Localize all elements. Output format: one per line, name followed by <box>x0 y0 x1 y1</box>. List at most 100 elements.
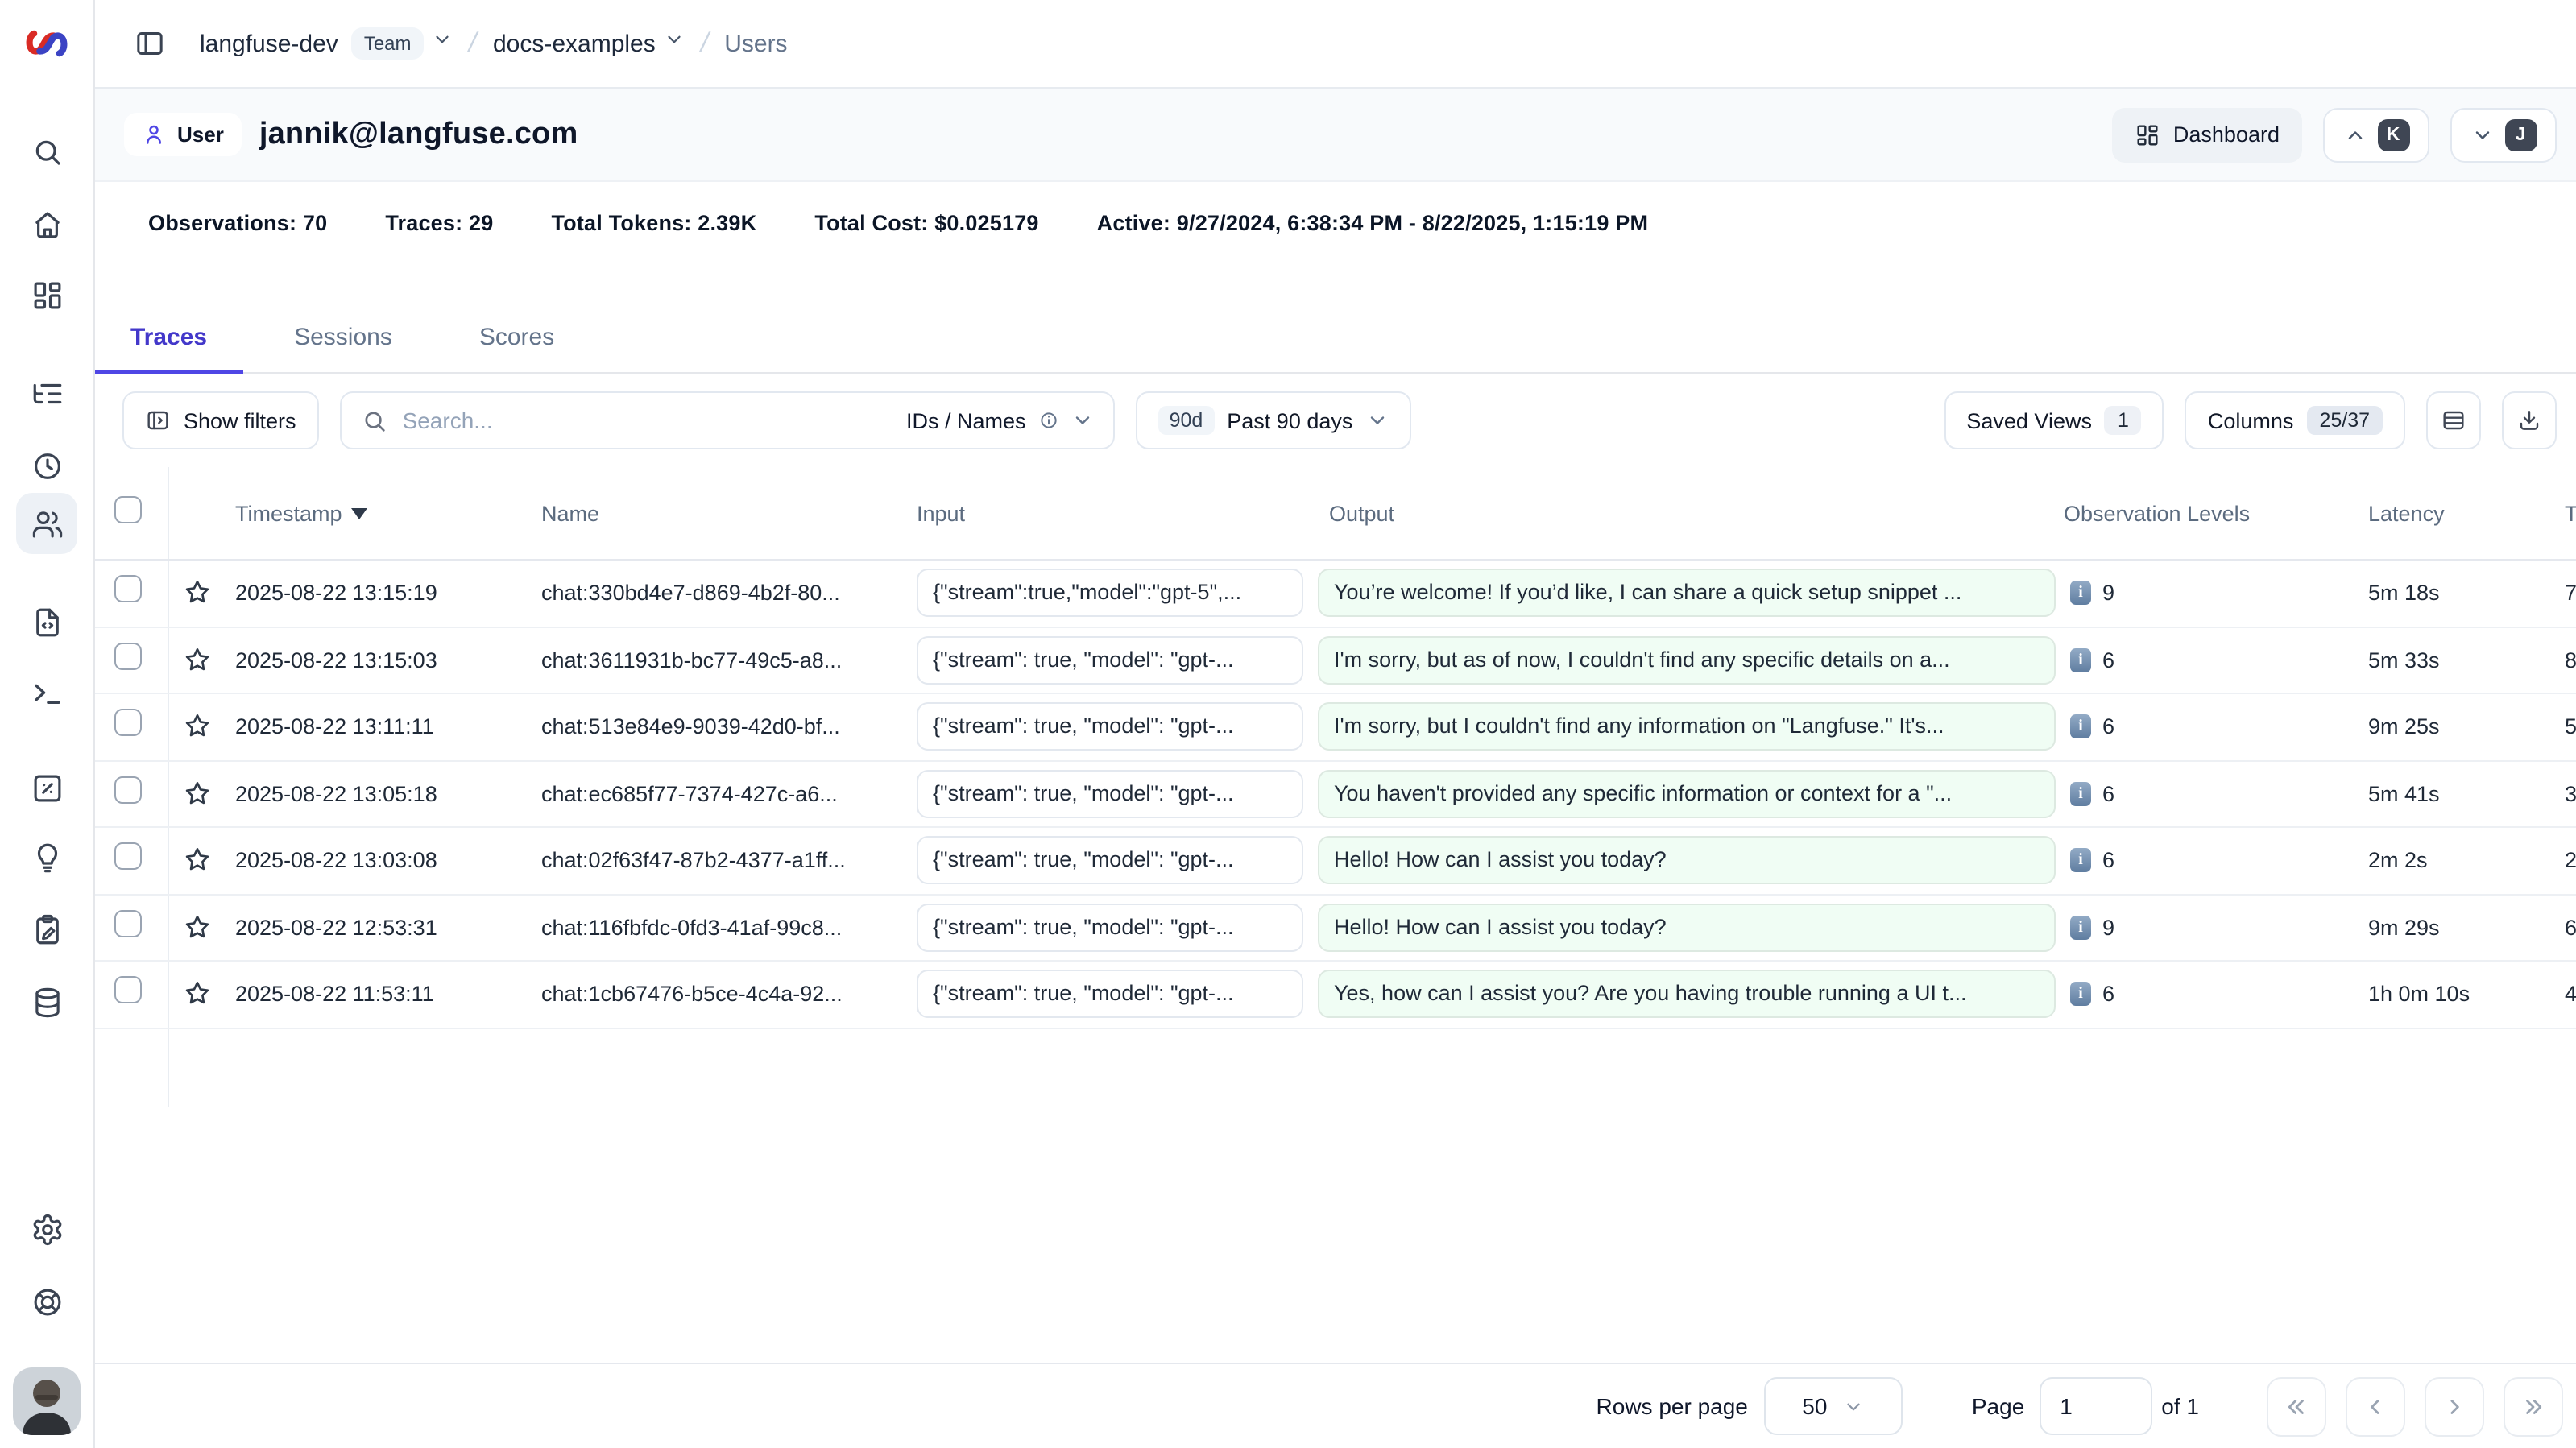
trace-clipped-value: 8 <box>2565 648 2576 672</box>
trace-output-cell[interactable]: Hello! How can I assist you today? <box>1318 837 2056 885</box>
trace-output-cell[interactable]: You haven't provided any specific inform… <box>1318 770 2056 818</box>
trace-name[interactable]: chat:116fbfdc-0fd3-41af-99c8... <box>541 916 842 940</box>
project-switcher[interactable] <box>664 29 685 58</box>
tab-sessions[interactable]: Sessions <box>259 303 428 374</box>
show-filters-button[interactable]: Show filters <box>122 391 319 449</box>
bookmark-star-icon[interactable] <box>182 712 213 743</box>
sidebar-item-datasets[interactable] <box>16 971 77 1032</box>
search-scope-select[interactable]: IDs / Names <box>906 408 1094 432</box>
previous-page-button[interactable] <box>2346 1376 2405 1436</box>
table-row[interactable]: 2025-08-22 13:03:08 chat:02f63f47-87b2-4… <box>95 828 2576 895</box>
trace-output-cell[interactable]: I'm sorry, but I couldn't find any infor… <box>1318 703 2056 751</box>
sidebar-toggle-button[interactable] <box>122 16 177 71</box>
date-range-button[interactable]: 90d Past 90 days <box>1136 391 1411 449</box>
row-checkbox[interactable] <box>114 643 142 678</box>
search-input[interactable] <box>403 408 892 433</box>
trace-name[interactable]: chat:02f63f47-87b2-4377-a1ff... <box>541 849 846 873</box>
row-checkbox[interactable] <box>114 977 142 1012</box>
trace-output-cell[interactable]: Hello! How can I assist you today? <box>1318 904 2056 952</box>
table-row[interactable]: 2025-08-22 11:53:11 chat:1cb67476-b5ce-4… <box>95 962 2576 1028</box>
sidebar-item-suggestions[interactable] <box>16 826 77 887</box>
trace-name[interactable]: chat:513e84e9-9039-42d0-bf... <box>541 715 840 739</box>
bookmark-star-icon[interactable] <box>182 578 213 609</box>
user-avatar[interactable] <box>13 1367 81 1435</box>
page-number-input[interactable] <box>2039 1377 2151 1435</box>
sidebar-item-users[interactable] <box>16 493 77 554</box>
next-page-button[interactable] <box>2425 1376 2484 1436</box>
breadcrumb-project[interactable]: docs-examples <box>493 30 656 57</box>
datasets-database-icon <box>30 985 64 1019</box>
chevron-right-icon <box>2442 1394 2466 1418</box>
sidebar-item-prompts[interactable] <box>16 591 77 652</box>
columns-button[interactable]: Columns 25/37 <box>2185 391 2405 449</box>
select-all-checkbox[interactable] <box>114 495 142 531</box>
previous-user-button[interactable]: K <box>2323 107 2429 162</box>
sidebar-item-settings[interactable] <box>16 1198 77 1260</box>
bookmark-star-icon[interactable] <box>182 645 213 676</box>
table-row[interactable]: 2025-08-22 12:53:31 chat:116fbfdc-0fd3-4… <box>95 895 2576 962</box>
trace-name[interactable]: chat:3611931b-bc77-49c5-a8... <box>541 648 842 672</box>
info-level-icon: i <box>2070 916 2091 940</box>
trace-input-cell[interactable]: {"stream": true, "model": "gpt-... <box>917 970 1303 1019</box>
trace-input-cell[interactable]: {"stream": true, "model": "gpt-... <box>917 770 1303 818</box>
tab-scores[interactable]: Scores <box>444 303 590 374</box>
trace-input-cell[interactable]: {"stream": true, "model": "gpt-... <box>917 837 1303 885</box>
sidebar-item-sessions[interactable] <box>16 435 77 496</box>
trace-output-cell[interactable]: I'm sorry, but as of now, I couldn't fin… <box>1318 636 2056 685</box>
info-level-icon: i <box>2070 648 2091 672</box>
table-row[interactable]: 2025-08-22 13:15:19 chat:330bd4e7-d869-4… <box>95 561 2576 627</box>
sidebar-item-tracing[interactable] <box>16 362 77 424</box>
row-height-button[interactable] <box>2426 391 2481 449</box>
table-row[interactable]: 2025-08-22 13:11:11 chat:513e84e9-9039-4… <box>95 694 2576 761</box>
pagination-bar: Rows per page 50 Page of 1 <box>95 1363 2576 1448</box>
row-checkbox[interactable] <box>114 776 142 812</box>
rows-per-page-select[interactable]: 50 <box>1764 1377 1903 1435</box>
sidebar-item-evaluation[interactable] <box>16 757 77 818</box>
trace-name[interactable]: chat:ec685f77-7374-427c-a6... <box>541 782 838 806</box>
observation-count: 9 <box>2102 916 2114 940</box>
sidebar-item-annotation[interactable] <box>16 899 77 960</box>
row-checkbox[interactable] <box>114 843 142 879</box>
sidebar-item-playground[interactable] <box>16 662 77 723</box>
dashboard-button[interactable]: Dashboard <box>2112 107 2302 162</box>
row-checkbox[interactable] <box>114 576 142 611</box>
row-checkbox[interactable] <box>114 710 142 745</box>
next-user-button[interactable]: J <box>2450 107 2557 162</box>
table-row[interactable]: 2025-08-22 13:05:18 chat:ec685f77-7374-4… <box>95 761 2576 828</box>
dashboard-button-label: Dashboard <box>2173 122 2280 147</box>
org-switcher[interactable] <box>433 29 453 58</box>
export-button[interactable] <box>2502 391 2557 449</box>
tab-traces[interactable]: Traces <box>95 303 242 374</box>
sidebar-item-home[interactable] <box>16 193 77 254</box>
last-page-button[interactable] <box>2504 1376 2563 1436</box>
column-header-timestamp[interactable]: Timestamp <box>235 501 368 525</box>
saved-views-button[interactable]: Saved Views 1 <box>1944 391 2164 449</box>
trace-timestamp: 2025-08-22 13:03:08 <box>235 849 437 873</box>
trace-output-cell[interactable]: Yes, how can I assist you? Are you havin… <box>1318 970 2056 1019</box>
sidebar-item-dashboards[interactable] <box>16 264 77 325</box>
breadcrumb-org[interactable]: langfuse-dev <box>200 30 338 57</box>
first-page-button[interactable] <box>2267 1376 2326 1436</box>
columns-count-badge: 25/37 <box>2306 406 2383 435</box>
playground-terminal-icon <box>30 676 64 710</box>
bookmark-star-icon[interactable] <box>182 979 213 1010</box>
trace-input-cell[interactable]: {"stream":true,"model":"gpt-5",... <box>917 569 1303 618</box>
trace-output-cell[interactable]: You’re welcome! If you’d like, I can sha… <box>1318 569 2056 618</box>
sidebar-item-support[interactable] <box>16 1271 77 1332</box>
trace-name[interactable]: chat:330bd4e7-d869-4b2f-80... <box>541 581 840 606</box>
page-label: Page <box>1972 1393 2024 1419</box>
bookmark-star-icon[interactable] <box>182 912 213 943</box>
table-row[interactable]: 2025-08-22 13:15:03 chat:3611931b-bc77-4… <box>95 627 2576 694</box>
trace-input-cell[interactable]: {"stream": true, "model": "gpt-... <box>917 703 1303 751</box>
bookmark-star-icon[interactable] <box>182 846 213 876</box>
trace-input-cell[interactable]: {"stream": true, "model": "gpt-... <box>917 636 1303 685</box>
trace-latency: 5m 33s <box>2368 648 2440 672</box>
row-checkbox[interactable] <box>114 910 142 945</box>
trace-input-cell[interactable]: {"stream": true, "model": "gpt-... <box>917 904 1303 952</box>
bookmark-star-icon[interactable] <box>182 779 213 809</box>
sidebar-item-search[interactable] <box>16 121 77 182</box>
table-header-row: Timestamp Name Input Output Observation … <box>95 467 2576 561</box>
dashboard-grid-icon <box>2135 122 2160 147</box>
trace-clipped-value: 7 <box>2565 581 2576 606</box>
trace-name[interactable]: chat:1cb67476-b5ce-4c4a-92... <box>541 983 843 1007</box>
